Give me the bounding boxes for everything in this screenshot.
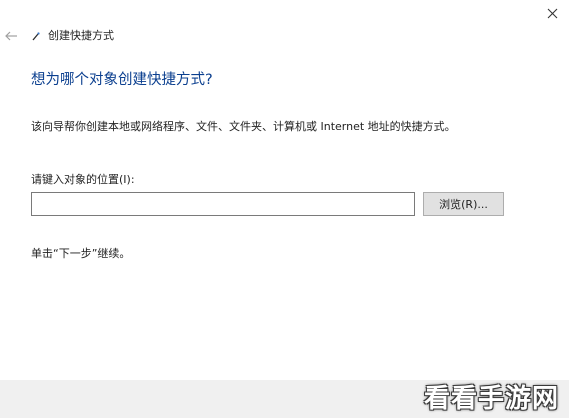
create-shortcut-dialog: 创建快捷方式 想为哪个对象创建快捷方式? 该向导帮你创建本地或网络程序、文件、文… — [0, 0, 569, 418]
wizard-description: 该向导帮你创建本地或网络程序、文件、文件夹、计算机或 Internet 地址的快… — [31, 120, 456, 133]
page-heading: 想为哪个对象创建快捷方式? — [31, 72, 213, 88]
next-step-hint: 单击“下一步”继续。 — [31, 247, 131, 260]
back-arrow-icon — [4, 31, 17, 41]
watermark-logo: 看看手游网 — [423, 384, 559, 414]
close-icon — [547, 8, 557, 18]
browse-button[interactable]: 浏览(R)... — [423, 192, 504, 216]
back-button[interactable] — [2, 27, 20, 45]
location-label: 请键入对象的位置(I): — [31, 173, 135, 186]
close-button[interactable] — [539, 2, 565, 24]
shortcut-wizard-icon — [32, 32, 40, 41]
window-title: 创建快捷方式 — [48, 29, 114, 42]
location-input[interactable] — [31, 192, 415, 216]
